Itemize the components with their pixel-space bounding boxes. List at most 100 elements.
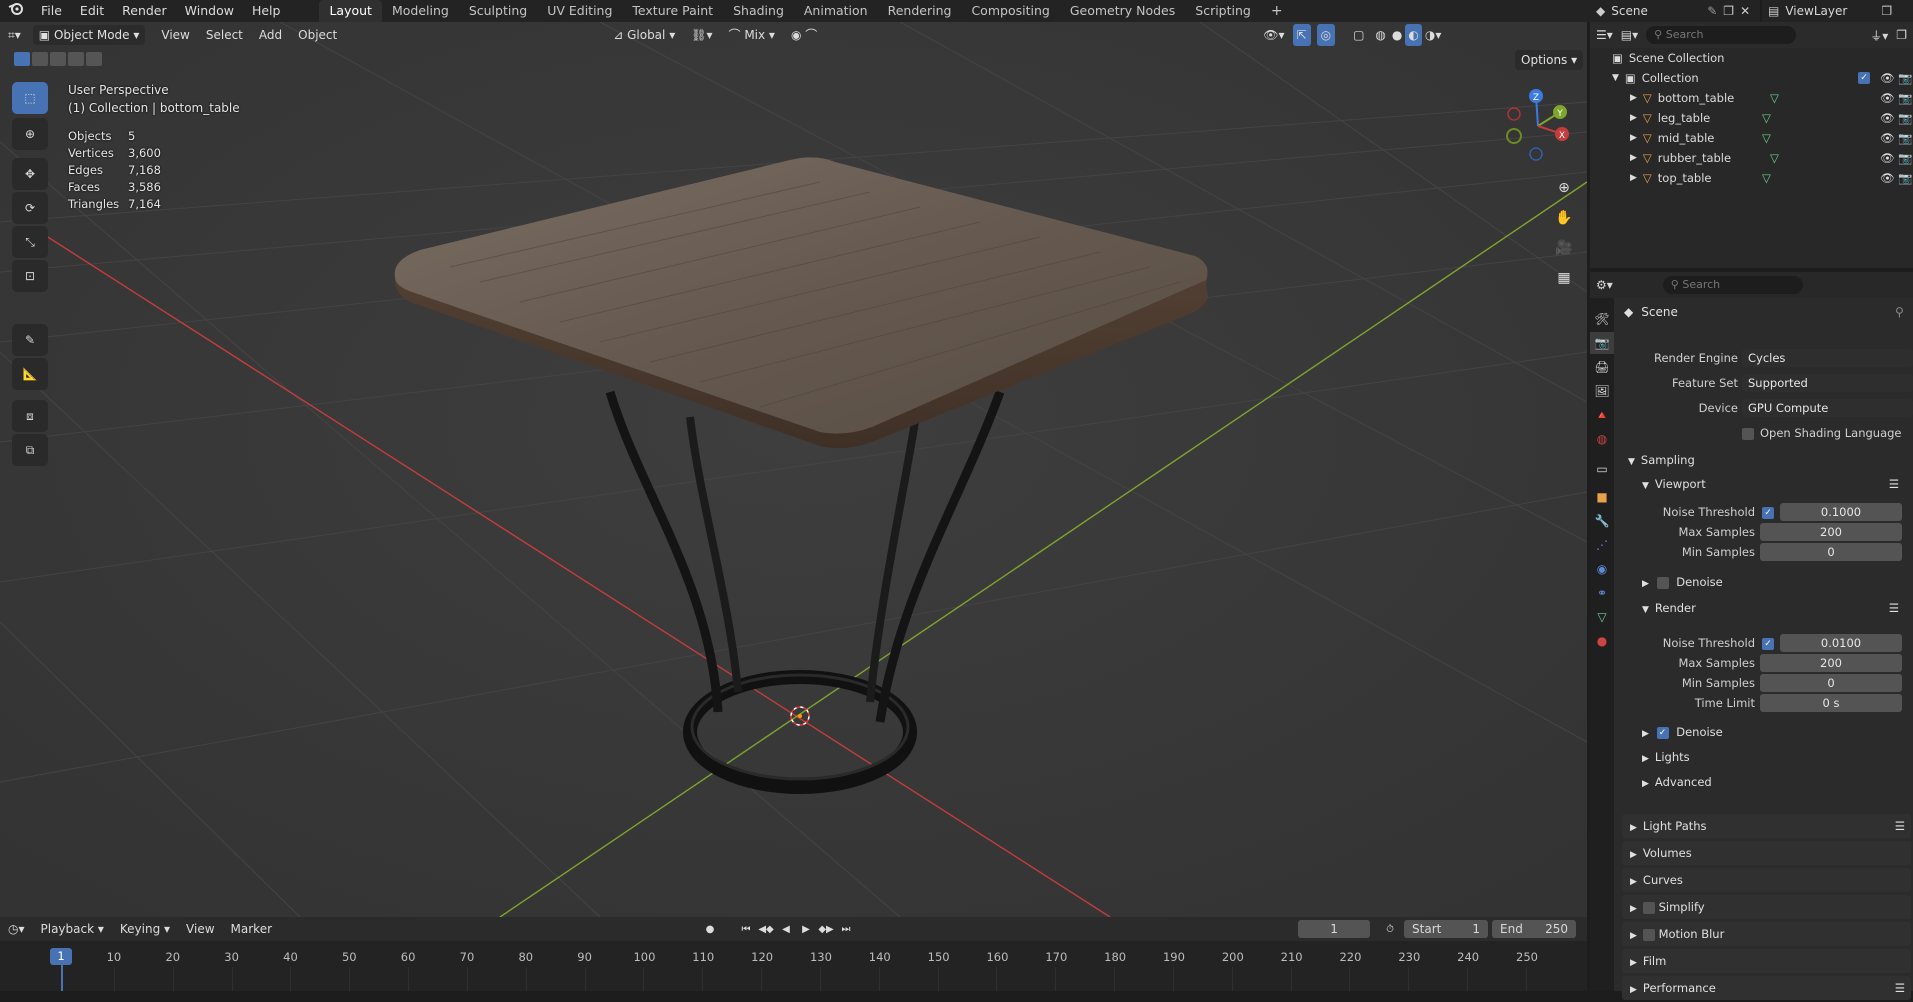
move-tool[interactable]: ✥ xyxy=(12,158,48,190)
new-collection-icon[interactable]: ❐ xyxy=(1896,28,1907,42)
pin-icon[interactable]: ✎ xyxy=(1707,4,1717,18)
xray-icon[interactable]: ▢ xyxy=(1345,24,1372,46)
record-icon[interactable]: ● xyxy=(700,920,720,938)
select-extend-icon[interactable] xyxy=(32,52,48,66)
modifier-tab-icon[interactable]: 🔧 xyxy=(1590,510,1614,532)
mode-dropdown[interactable]: ▣ Object Mode ▾ xyxy=(32,25,146,45)
menu-marker[interactable]: Marker xyxy=(223,918,280,940)
menu-playback[interactable]: Playback ▾ xyxy=(33,918,112,940)
viewport-subpanel-header[interactable]: ▼ Viewport ☰ xyxy=(1614,472,1913,496)
camera-icon[interactable]: 📷 xyxy=(1898,111,1912,125)
feature-set-dropdown[interactable]: Supported xyxy=(1742,374,1913,392)
proportional-edit-icon[interactable]: ◉ ⌒ xyxy=(783,24,825,46)
shading-material-icon[interactable]: ◐ xyxy=(1405,24,1422,46)
stopwatch-icon[interactable]: ⏱ xyxy=(1380,920,1400,938)
menu-view[interactable]: View xyxy=(178,918,222,940)
sampling-panel-header[interactable]: ▼ Sampling xyxy=(1614,448,1913,472)
shading-solid-icon[interactable]: ● xyxy=(1389,24,1405,46)
overlay-toggle-icon[interactable]: ◎ xyxy=(1316,24,1336,46)
pivot-icon[interactable]: ⛓▾ xyxy=(683,24,720,46)
tool-tab-icon[interactable]: 🛠 xyxy=(1590,308,1614,330)
rotate-tool[interactable]: ⟳ xyxy=(12,192,48,224)
tab-geometry-nodes[interactable]: Geometry Nodes xyxy=(1060,0,1185,22)
view-layer-name[interactable]: ViewLayer xyxy=(1785,4,1875,18)
chevron-right-icon[interactable]: ▶ xyxy=(1630,93,1637,103)
panel-checkbox[interactable] xyxy=(1642,927,1655,941)
chevron-right-icon[interactable]: ▶ xyxy=(1630,173,1637,183)
list-icon[interactable]: ☰ xyxy=(1895,814,1905,838)
filter-icon[interactable]: ⏚▾ xyxy=(1870,27,1888,44)
scene-collection-row[interactable]: ▣ Scene Collection xyxy=(1590,48,1913,68)
camera-icon[interactable]: 📷 xyxy=(1898,171,1912,185)
eye-icon[interactable]: 👁 xyxy=(1880,111,1895,125)
menu-render[interactable]: Render xyxy=(113,0,176,22)
panel-checkbox[interactable] xyxy=(1642,900,1655,914)
tab-modeling[interactable]: Modeling xyxy=(382,0,459,22)
physics-tab-icon[interactable]: ◉ xyxy=(1590,558,1614,580)
render-engine-dropdown[interactable]: Cycles xyxy=(1742,349,1913,367)
select-subtract-icon[interactable] xyxy=(50,52,66,66)
outliner-object-row[interactable]: ▶ ▽ bottom_table ▽ 👁 📷 xyxy=(1590,88,1913,108)
jump-end-icon[interactable]: ⏭ xyxy=(836,920,856,938)
scene-tab-icon[interactable]: 🔺 xyxy=(1590,404,1614,426)
scale-tool[interactable]: ⤡ xyxy=(12,226,48,258)
3d-viewport[interactable]: ⌗▾ ▣ Object Mode ▾ View Select Add Objec… xyxy=(0,22,1587,917)
jump-start-icon[interactable]: ⏮ xyxy=(736,920,756,938)
tab-texture-paint[interactable]: Texture Paint xyxy=(622,0,723,22)
noise-threshold-checkbox[interactable]: ✓ xyxy=(1762,636,1774,650)
pin-icon[interactable]: ⚲ xyxy=(1895,305,1904,319)
outliner-object-row[interactable]: ▶ ▽ top_table ▽ 👁 📷 xyxy=(1590,168,1913,188)
scene-name[interactable]: Scene xyxy=(1611,4,1701,18)
start-frame-field[interactable]: Start 1 xyxy=(1404,920,1489,938)
prev-keyframe-icon[interactable]: ◀◆ xyxy=(756,920,776,938)
menu-view[interactable]: View xyxy=(153,24,197,46)
max-samples-field[interactable]: 200 xyxy=(1760,523,1902,541)
output-tab-icon[interactable]: 🖨 xyxy=(1590,356,1614,378)
data-tab-icon[interactable]: ▽ xyxy=(1590,606,1614,628)
menu-edit[interactable]: Edit xyxy=(71,0,113,22)
object-tab-icon[interactable]: ■ xyxy=(1590,486,1614,508)
tab-compositing[interactable]: Compositing xyxy=(961,0,1059,22)
select-box-tool[interactable]: ⬚ xyxy=(12,82,48,114)
options-dropdown[interactable]: Options ▾ xyxy=(1515,50,1584,70)
select-intersect-icon[interactable] xyxy=(86,52,102,66)
navigation-gizmo[interactable]: Z Y X xyxy=(1500,86,1580,166)
min-samples-field[interactable]: 0 xyxy=(1760,543,1902,561)
osl-checkbox[interactable] xyxy=(1742,426,1754,440)
blender-logo-icon[interactable] xyxy=(0,0,32,22)
transform-tool[interactable]: ⊡ xyxy=(12,260,48,292)
max-samples-field[interactable]: 200 xyxy=(1760,654,1902,672)
chevron-right-icon[interactable]: ▶ xyxy=(1630,113,1637,123)
shading-rendered-icon[interactable]: ◑▾ xyxy=(1422,24,1445,46)
menu-window[interactable]: Window xyxy=(176,0,243,22)
outliner-object-row[interactable]: ▶ ▽ mid_table ▽ 👁 📷 xyxy=(1590,128,1913,148)
eye-icon[interactable]: 👁 xyxy=(1880,131,1895,145)
camera-icon[interactable]: 📷 xyxy=(1898,151,1912,165)
panel-header-light-paths[interactable]: ▶ Light Paths ☰ xyxy=(1622,814,1911,838)
tab-uv-editing[interactable]: UV Editing xyxy=(537,0,622,22)
particles-tab-icon[interactable]: ⋰ xyxy=(1590,534,1614,556)
camera-view-icon[interactable]: 🎥 xyxy=(1552,236,1576,260)
panel-header-volumes[interactable]: ▶ Volumes xyxy=(1622,841,1911,865)
viewport-denoise-subpanel[interactable]: ▶ Denoise xyxy=(1614,570,1913,594)
lights-subpanel[interactable]: ▶ Lights xyxy=(1614,745,1913,769)
next-keyframe-icon[interactable]: ◆▶ xyxy=(816,920,836,938)
eye-icon[interactable]: 👁 xyxy=(1880,91,1895,105)
tab-sculpting[interactable]: Sculpting xyxy=(459,0,537,22)
add-workspace-button[interactable]: + xyxy=(1261,0,1293,22)
advanced-subpanel[interactable]: ▶ Advanced xyxy=(1614,770,1913,794)
menu-object[interactable]: Object xyxy=(290,24,345,46)
render-subpanel-header[interactable]: ▼ Render ☰ xyxy=(1614,596,1913,620)
delete-scene-icon[interactable]: ✕ xyxy=(1740,4,1750,18)
noise-threshold-field[interactable]: 0.0100 xyxy=(1780,634,1902,652)
denoise-checkbox[interactable] xyxy=(1656,575,1669,589)
chevron-right-icon[interactable]: ▶ xyxy=(1630,133,1637,143)
select-mode-buttons[interactable] xyxy=(14,52,102,66)
new-view-layer-icon[interactable]: ❐ xyxy=(1881,4,1892,18)
outliner-search-input[interactable]: ⚲ Search xyxy=(1646,26,1797,44)
render-denoise-subpanel[interactable]: ▶ ✓ Denoise xyxy=(1614,720,1913,744)
snap-dropdown[interactable]: ⌒ Mix ▾ xyxy=(720,24,782,46)
panel-header-simplify[interactable]: ▶ Simplify xyxy=(1622,895,1911,919)
tab-layout[interactable]: Layout xyxy=(319,0,382,22)
outliner-object-row[interactable]: ▶ ▽ rubber_table ▽ 👁 📷 xyxy=(1590,148,1913,168)
